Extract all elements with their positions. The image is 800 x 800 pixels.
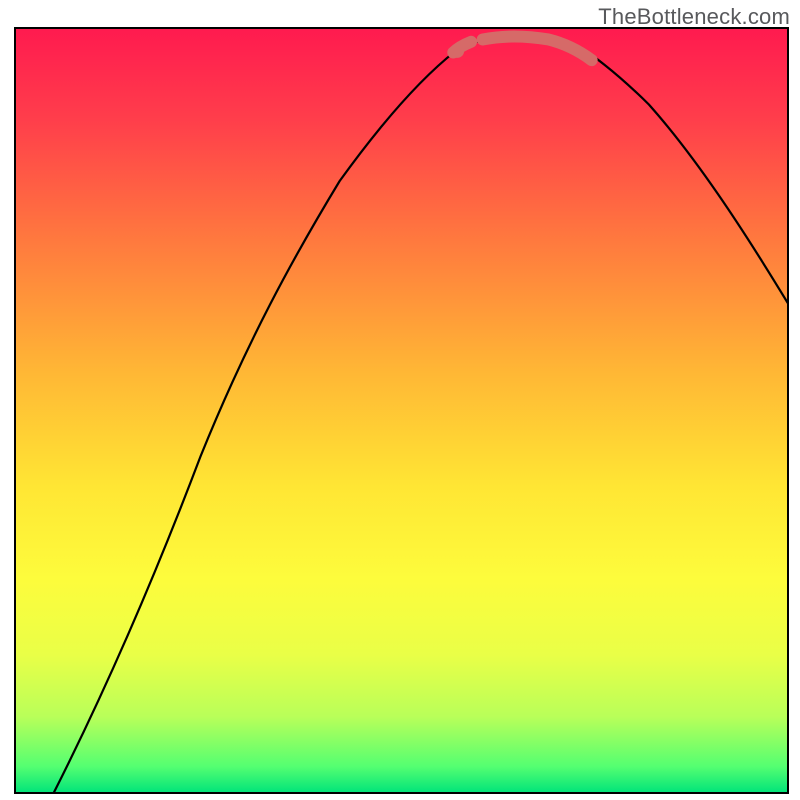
chart-container: TheBottleneck.com	[0, 0, 800, 800]
bottleneck-chart	[0, 0, 800, 800]
watermark-text: TheBottleneck.com	[598, 4, 790, 30]
optimal-dot	[450, 44, 464, 58]
gradient-background	[15, 28, 788, 793]
